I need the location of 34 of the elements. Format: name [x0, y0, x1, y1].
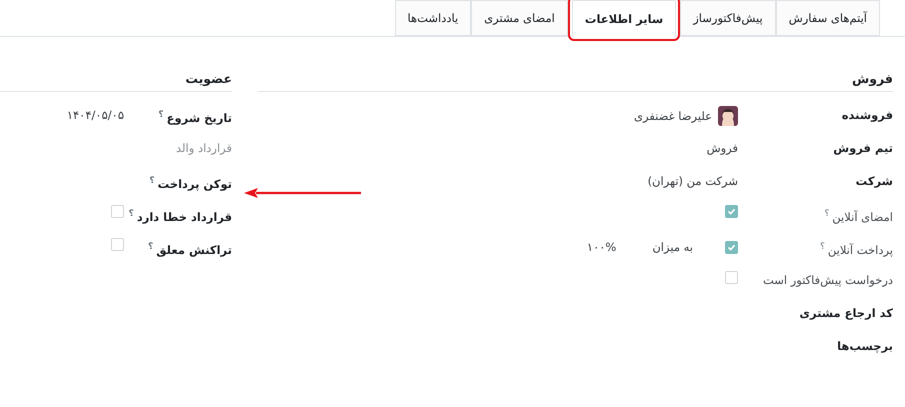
tab[interactable]: آیتم‌های سفارش	[776, 0, 880, 36]
tab[interactable]: امضای مشتری	[471, 0, 568, 36]
section-title: فروش	[258, 71, 893, 92]
rate-label: به میزان	[652, 239, 693, 256]
field-value: علیرضا غضنفری	[634, 108, 712, 125]
field-label: درخواست پیش‌فاکتور است	[762, 272, 893, 289]
field-label: پرداخت آنلاین $^{؟}$	[819, 241, 893, 259]
field-label: شرکت	[854, 173, 893, 190]
section-title: عضویت	[0, 71, 232, 92]
checkbox[interactable]	[725, 205, 738, 218]
field-label: برچسب‌ها	[836, 338, 893, 355]
field-label: کد ارجاع مشتری	[798, 305, 893, 322]
field-label: امضای آنلاین $^{؟}$	[824, 208, 893, 226]
avatar-icon	[718, 106, 738, 126]
tab[interactable]: پیش‌فاکتورساز	[680, 0, 776, 36]
field-value: فروش	[706, 140, 738, 157]
field-label: تاریخ شروع $^{؟}$	[157, 109, 232, 127]
arrow-icon	[244, 187, 362, 199]
field-label: تیم فروش	[832, 140, 893, 157]
field-value: ۱۴۰۴/۰۵/۰۵	[66, 107, 124, 124]
field-label: فروشنده	[840, 107, 893, 124]
checkbox[interactable]	[725, 240, 738, 254]
checkbox[interactable]	[111, 205, 124, 218]
field-label: توکن پرداخت $^{؟}$	[148, 175, 232, 193]
field-label: قرارداد خطا دارد $^{؟}$	[128, 208, 232, 226]
checkbox[interactable]	[725, 271, 738, 284]
field-label: قرارداد والد	[175, 140, 232, 157]
tab[interactable]: یادداشت‌ها	[394, 0, 472, 36]
field-label: تراکنش معلق $^{؟}$	[147, 241, 232, 259]
checkbox[interactable]	[111, 238, 124, 251]
check-icon	[727, 207, 736, 216]
rate-value: ۱۰۰%	[586, 239, 616, 256]
field-value: شرکت من (تهران)	[648, 173, 738, 190]
check-icon	[727, 242, 736, 252]
